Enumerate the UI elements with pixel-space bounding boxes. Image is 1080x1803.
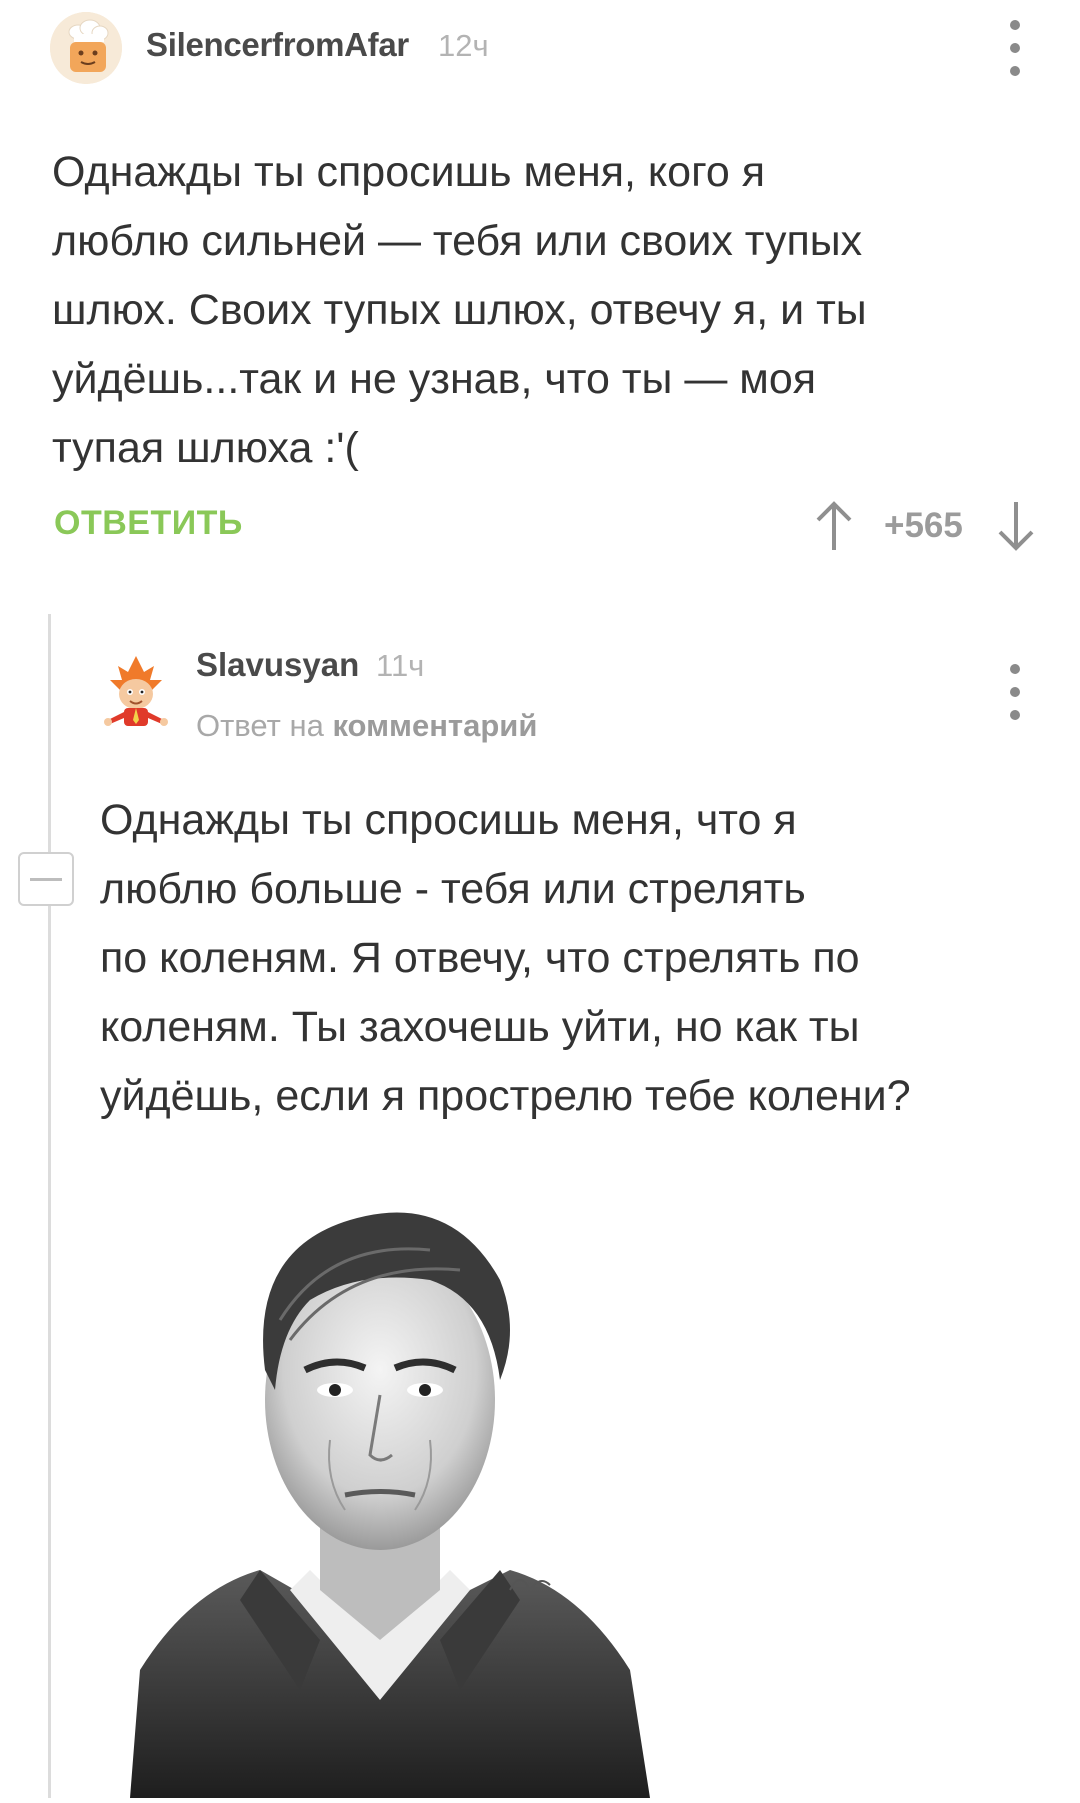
cartoon-boy-avatar-icon [104,656,168,726]
collapse-thread-button[interactable] [18,852,74,906]
comment-text-line: Однажды ты спросишь меня, кого я [52,148,765,196]
comment-text-line: коленям. Ты захочешь уйти, но как ты [100,1003,860,1051]
more-options-button[interactable] [1000,20,1030,76]
arrow-up-icon [816,501,852,550]
reply-to-line: Ответ на комментарий [196,708,537,744]
more-vertical-icon [1010,20,1020,30]
arrow-down-icon [998,502,1034,551]
comment-time: 12ч [438,28,489,63]
author-name[interactable]: SilencerfromAfar [146,26,409,64]
comment-text-line: люблю сильней — тебя или своих тупых [52,217,863,265]
comment-text-line: шлюх. Своих тупых шлюх, отвечу я, и ты [52,286,867,334]
avatar[interactable] [100,654,172,734]
reply-button[interactable]: ОТВЕТИТЬ [54,504,243,543]
comment-image[interactable] [130,1170,650,1798]
more-vertical-icon [1010,664,1020,674]
comment-text-line: уйдёшь, если я прострелю тебе колени? [100,1072,911,1120]
more-options-button[interactable] [1000,664,1030,720]
comment-text-line: тупая шлюха :'( [52,424,359,472]
comment-text: Однажды ты спросишь меня, кого я люблю с… [52,138,1012,483]
rating-score: +565 [884,506,963,545]
reply-to-prefix: Ответ на [196,708,324,743]
comment-text: Однажды ты спросишь меня, что я люблю бо… [100,786,1020,1131]
downvote-button[interactable] [994,500,1038,552]
avatar[interactable] [50,12,122,84]
minus-icon [30,877,62,881]
comment-text-line: Однажды ты спросишь меня, что я [100,796,797,844]
comment-text-line: люблю больше - тебя или стрелять [100,865,806,913]
comment-text-line: уйдёшь...так и не узнав, что ты — моя [52,355,817,403]
author-name[interactable]: Slavusyan [196,646,359,684]
chef-avatar-icon [50,12,122,84]
upvote-button[interactable] [812,500,856,552]
comment-text-line: по коленям. Я отвечу, что стрелять по [100,934,860,982]
thread-line[interactable] [48,614,51,1798]
pencil-portrait-image [130,1212,650,1798]
comment-time: 11ч [376,648,425,683]
parent-comment-link[interactable]: комментарий [332,708,537,743]
